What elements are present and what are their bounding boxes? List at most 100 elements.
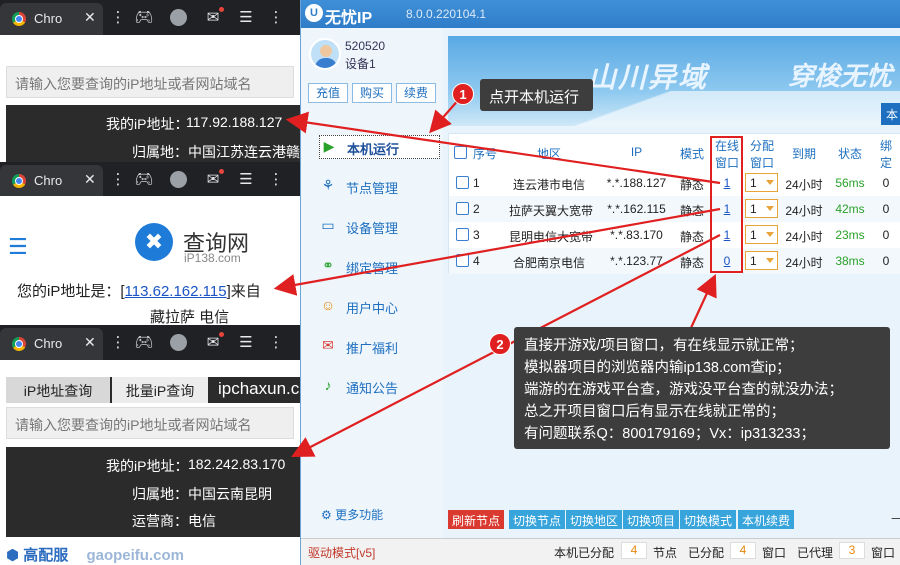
app-name: 无忧IP <box>325 10 373 27</box>
more-vertical-icon[interactable]: ⋮ <box>108 333 128 351</box>
menu-icon[interactable]: ☰ <box>236 333 256 351</box>
cell-status: 38ms <box>835 254 865 268</box>
gamepad-icon[interactable]: 🎮︎ <box>134 333 154 351</box>
close-tab-icon[interactable]: ✕ <box>84 9 96 26</box>
switch-region-button[interactable]: 切换地区 <box>566 510 623 529</box>
browser-tab[interactable]: Chro ✕ <box>0 3 103 35</box>
banner-button[interactable]: 本 <box>881 103 900 125</box>
play-icon: ▶ <box>323 138 335 154</box>
node-table: 序号 地区 IP 模式 在线 窗口 分配 窗口 到期 状态 绑 定 1 连云港市… <box>448 133 900 274</box>
more-vertical-icon[interactable]: ⋮ <box>266 333 286 351</box>
hamburger-icon[interactable]: ☰ <box>8 234 28 260</box>
cell-bind: 0 <box>882 254 890 268</box>
col-header-ip: IP <box>630 145 643 159</box>
gamepad-icon[interactable]: 🎮︎ <box>134 170 154 188</box>
row-checkbox[interactable] <box>456 202 469 215</box>
row-checkbox[interactable] <box>456 254 469 267</box>
alloc-dropdown[interactable]: 1 <box>745 173 778 192</box>
ip-result-panel: 我的iP地址： 182.242.83.170 归属地： 中国云南昆明 运营商： … <box>6 447 300 537</box>
alloc-dropdown[interactable]: 1 <box>745 225 778 244</box>
mail-icon[interactable]: ✉ <box>203 169 224 188</box>
table-row[interactable]: 1 连云港市电信 *.*.188.127 静态 1 1 24小时 56ms 0 <box>449 170 900 196</box>
cell-no: 4 <box>473 254 480 268</box>
annotation-2-line: 模拟器项目的浏览器内输ip138.com查ip； <box>524 360 791 376</box>
renew-button[interactable]: 续费 <box>396 83 436 103</box>
browser-tab[interactable]: Chro ✕ <box>0 328 103 360</box>
more-vertical-icon[interactable]: ⋮ <box>266 170 286 188</box>
site-name: ipchaxun.c <box>218 379 300 398</box>
tab-batch-query[interactable]: 批量iP查询 <box>112 377 208 403</box>
more-vertical-icon[interactable]: ⋮ <box>266 8 286 26</box>
query-tabs: iP地址查询 批量iP查询 ipchaxun.c <box>6 377 300 403</box>
switch-project-button[interactable]: 切换项目 <box>623 510 680 529</box>
nav-local-run[interactable]: ▶ 本机运行 <box>319 135 440 159</box>
recharge-button[interactable]: 充值 <box>308 83 348 103</box>
table-row[interactable]: 4 合肥南京电信 *.*.123.77 静态 0 1 24小时 38ms 0 <box>449 248 900 274</box>
online-column-highlight <box>710 136 743 273</box>
proxied-value: 3 <box>839 542 865 559</box>
row-checkbox[interactable] <box>456 176 469 189</box>
allocated-unit: 窗口 <box>762 546 787 560</box>
allocated-label: 已分配 <box>688 546 725 560</box>
table-row[interactable]: 3 昆明电信大宽带 *.*.83.170 静态 1 1 24小时 23ms 0 <box>449 222 900 248</box>
more-vertical-icon[interactable]: ⋮ <box>108 170 128 188</box>
location-value: 中国云南昆明 <box>188 486 272 502</box>
alloc-dropdown[interactable]: 1 <box>745 199 778 218</box>
annotation-2: 直接开游戏/项目窗口，有在线显示就正常； 模拟器项目的浏览器内输ip138.co… <box>514 327 890 449</box>
menu-icon[interactable]: ☰ <box>236 8 256 26</box>
banner-slogan-2: 穿梭无忧 <box>788 61 893 91</box>
local-renew-button[interactable]: 本机续费 <box>738 510 795 529</box>
proxied-unit: 窗口 <box>871 546 896 560</box>
browser-tab[interactable]: Chro ✕ <box>0 165 103 197</box>
user-avatar[interactable] <box>309 38 341 70</box>
row-checkbox[interactable] <box>456 228 469 241</box>
ip-link[interactable]: 113.62.162.115 <box>125 283 227 300</box>
gear-icon: ⚙ <box>321 508 332 522</box>
table-row[interactable]: 2 拉萨天翼大宽带 *.*.162.115 静态 1 1 24小时 42ms 0 <box>449 196 900 222</box>
nav-label: 用户中心 <box>346 301 399 316</box>
select-all-checkbox[interactable] <box>454 146 467 159</box>
tab-title: Chro <box>34 11 63 26</box>
cell-bind: 0 <box>882 176 890 190</box>
location-label: 归属地： <box>132 486 188 502</box>
alloc-value: 1 <box>750 228 757 242</box>
close-tab-icon[interactable]: ✕ <box>84 171 96 188</box>
cell-mode: 静态 <box>679 178 704 192</box>
more-functions[interactable]: ⚙ 更多功能 <box>321 506 383 523</box>
col-header-no: 序号 <box>472 147 497 161</box>
alloc-dropdown[interactable]: 1 <box>745 251 778 270</box>
profile-icon[interactable] <box>170 334 187 351</box>
cell-region: 拉萨天翼大宽带 <box>509 204 594 218</box>
more-vertical-icon[interactable]: ⋮ <box>108 8 128 26</box>
ip-result-panel: 我的iP地址： 117.92.188.127 归属地： 中国江苏连云港赣 <box>6 105 300 163</box>
mail-icon[interactable]: ✉ <box>203 7 224 26</box>
cell-no: 3 <box>473 228 480 242</box>
mail-icon[interactable]: ✉ <box>203 332 224 351</box>
switch-node-button[interactable]: 切换节点 <box>509 510 566 529</box>
browser-tabbar: Chro ✕ ⋮ 🎮︎ ✉ ☰ ⋮ <box>0 162 300 197</box>
switch-mode-button[interactable]: 切换模式 <box>680 510 737 529</box>
bind-icon: ⚭ <box>322 257 334 273</box>
nav-label: 本机运行 <box>347 142 400 157</box>
close-tab-icon[interactable]: ✕ <box>84 334 96 351</box>
banner-slogan-1: 山川异域 <box>588 62 709 93</box>
profile-icon[interactable] <box>170 171 187 188</box>
device-name: 设备1 <box>345 57 376 71</box>
buy-button[interactable]: 购买 <box>352 83 392 103</box>
brand-name: 高配服 <box>23 547 69 564</box>
annotation-2-line: 直接开游戏/项目窗口，有在线显示就正常； <box>524 338 804 354</box>
sidebar: 520520 设备1 充值 购买 续费 ▶ 本机运行 ⚘ 节点管理 ▭ 设备管理… <box>301 28 443 538</box>
cell-ip: *.*.83.170 <box>610 228 663 242</box>
tab-ip-query[interactable]: iP地址查询 <box>6 377 110 403</box>
ip-label: 我的iP地址： <box>106 458 189 474</box>
refresh-nodes-button[interactable]: 刷新节点 <box>448 510 505 529</box>
ip-prefix: 您的iP地址是：[ <box>17 283 125 300</box>
profile-icon[interactable] <box>170 9 187 26</box>
menu-icon[interactable]: ☰ <box>236 170 256 188</box>
gamepad-icon[interactable]: 🎮︎ <box>134 8 154 26</box>
alloc-value: 1 <box>750 254 757 268</box>
cell-ip: *.*.188.127 <box>606 176 667 190</box>
ip-search-input[interactable]: 请输入您要查询的iP地址或者网站域名 <box>6 407 294 439</box>
ip-search-input[interactable]: 请输入您要查询的iP地址或者网站域名 <box>6 66 294 98</box>
alloc-value: 1 <box>750 176 757 190</box>
